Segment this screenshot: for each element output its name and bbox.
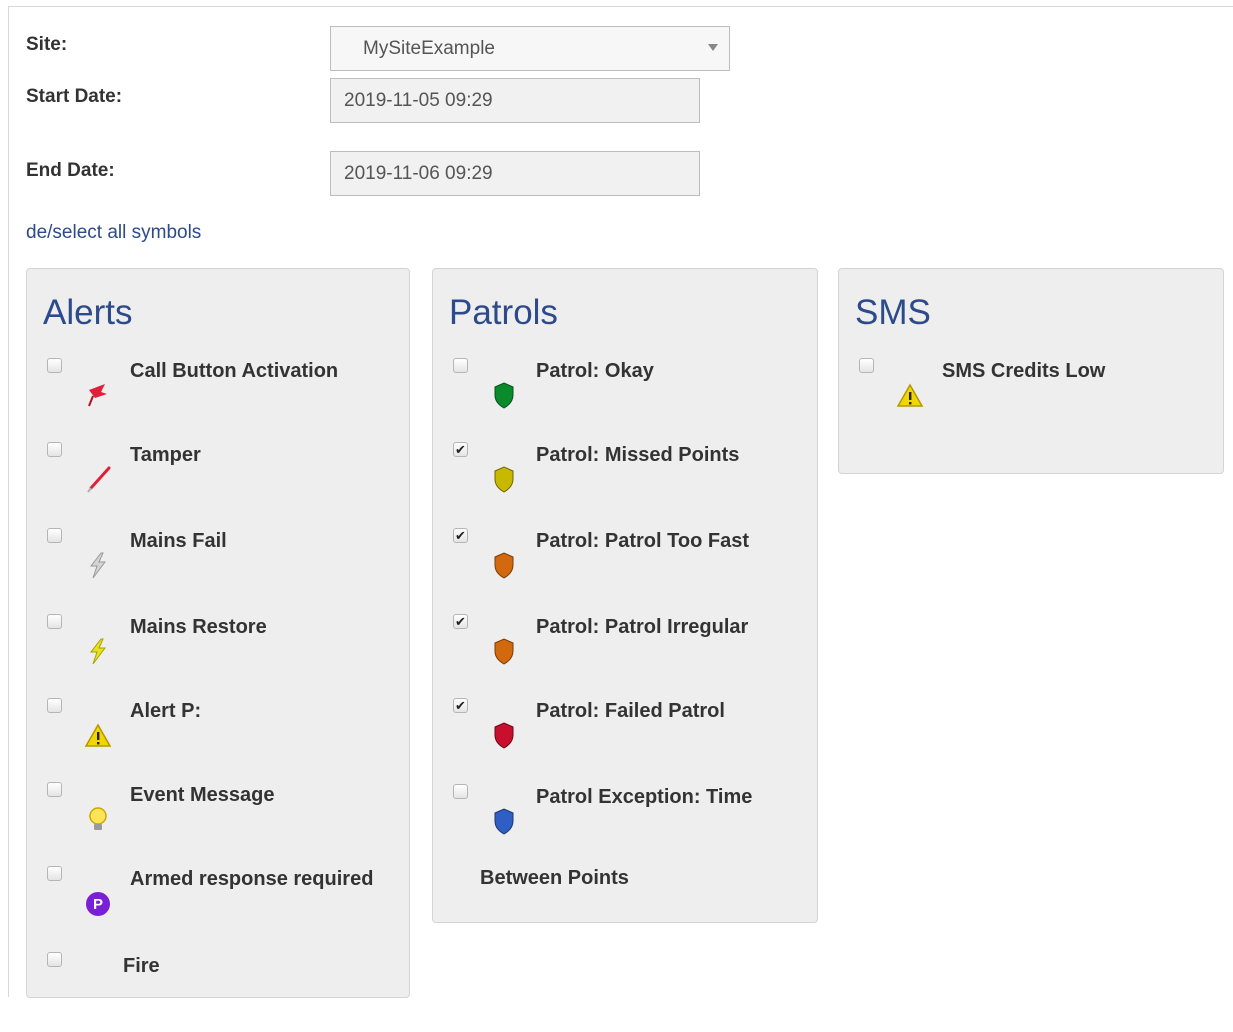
start-date-value: 2019-11-05 09:29 bbox=[344, 89, 493, 111]
sms-item-label: SMS Credits Low bbox=[942, 360, 1106, 382]
site-select[interactable]: MySiteExample bbox=[330, 26, 730, 71]
orange-shield-icon bbox=[489, 550, 519, 580]
checkbox[interactable] bbox=[47, 952, 62, 967]
chevron-down-icon bbox=[708, 44, 718, 51]
sms-title: SMS bbox=[855, 293, 931, 332]
patrol-item-okay: Patrol: Okay bbox=[433, 358, 817, 438]
checkbox[interactable] bbox=[47, 442, 62, 457]
patrol-item-label: Patrol: Patrol Too Fast bbox=[536, 530, 749, 552]
alerts-title: Alerts bbox=[43, 293, 133, 332]
alert-item-label: Fire bbox=[123, 955, 160, 977]
checkbox[interactable]: ✔ bbox=[453, 528, 468, 543]
checkbox[interactable] bbox=[47, 782, 62, 797]
warning-triangle-icon bbox=[895, 380, 925, 410]
patrol-item-label: Patrol: Missed Points bbox=[536, 444, 740, 466]
start-date-label: Start Date: bbox=[26, 86, 123, 107]
patrol-item-label: Patrol: Patrol Irregular bbox=[536, 616, 749, 638]
checkbox[interactable] bbox=[47, 528, 62, 543]
red-needle-icon bbox=[83, 464, 113, 494]
red-shield-icon bbox=[489, 720, 519, 750]
alert-item-label: Mains Restore bbox=[130, 616, 267, 638]
end-date-input[interactable]: 2019-11-06 09:29 bbox=[330, 151, 700, 196]
checkbox[interactable] bbox=[453, 784, 468, 799]
checkbox[interactable]: ✔ bbox=[453, 614, 468, 629]
purple-p-circle-icon: P bbox=[83, 888, 113, 918]
lightbulb-icon bbox=[83, 804, 113, 834]
svg-text:P: P bbox=[93, 896, 103, 913]
sms-item-credits-low: SMS Credits Low bbox=[839, 358, 1223, 438]
patrol-item-label-continuation: Between Points bbox=[480, 867, 629, 889]
checkbox[interactable]: ✔ bbox=[453, 442, 468, 457]
alert-item-label: Armed response required bbox=[130, 868, 374, 890]
alert-item-mains-fail: Mains Fail bbox=[27, 528, 409, 608]
checkbox[interactable] bbox=[453, 358, 468, 373]
alert-item-tamper: Tamper bbox=[27, 442, 409, 522]
alert-item-armed-response: Armed response required P bbox=[27, 866, 409, 946]
gray-lightning-icon bbox=[83, 550, 113, 580]
alert-item-label: Mains Fail bbox=[130, 530, 227, 552]
warning-triangle-icon bbox=[83, 720, 113, 750]
patrol-item-label: Patrol: Failed Patrol bbox=[536, 700, 725, 722]
alert-item-event-message: Event Message bbox=[27, 782, 409, 862]
patrol-item-irregular: ✔ Patrol: Patrol Irregular bbox=[433, 614, 817, 694]
deselect-all-link[interactable]: de/select all symbols bbox=[26, 222, 201, 244]
alerts-panel: Alerts Call Button Activation Tamper Mai… bbox=[26, 268, 410, 998]
alert-item-fire: Fire bbox=[27, 952, 409, 1032]
alert-item-label: Call Button Activation bbox=[130, 360, 339, 382]
checkbox[interactable]: ✔ bbox=[453, 698, 468, 713]
checkbox[interactable] bbox=[47, 614, 62, 629]
patrol-item-too-fast: ✔ Patrol: Patrol Too Fast bbox=[433, 528, 817, 608]
checkbox[interactable] bbox=[47, 866, 62, 881]
red-pushpin-icon bbox=[83, 380, 113, 410]
alert-item-call-button: Call Button Activation bbox=[27, 358, 409, 438]
green-shield-icon bbox=[489, 380, 519, 410]
alert-item-mains-restore: Mains Restore bbox=[27, 614, 409, 694]
patrols-panel: Patrols Patrol: Okay ✔ Patrol: Missed Po… bbox=[432, 268, 818, 923]
alert-item-alert-p: Alert P: bbox=[27, 698, 409, 778]
alert-item-label: Tamper bbox=[130, 444, 201, 466]
checkbox[interactable] bbox=[859, 358, 874, 373]
patrol-item-failed: ✔ Patrol: Failed Patrol bbox=[433, 698, 817, 778]
patrols-title: Patrols bbox=[449, 293, 558, 332]
yellow-lightning-icon bbox=[83, 636, 113, 666]
site-select-value: MySiteExample bbox=[363, 37, 495, 59]
sms-panel: SMS SMS Credits Low bbox=[838, 268, 1224, 474]
patrol-item-missed-points: ✔ Patrol: Missed Points bbox=[433, 442, 817, 522]
end-date-value: 2019-11-06 09:29 bbox=[344, 162, 493, 184]
checkbox[interactable] bbox=[47, 698, 62, 713]
alert-item-label: Event Message bbox=[130, 784, 275, 806]
blue-shield-icon bbox=[489, 806, 519, 836]
patrol-item-label: Patrol: Okay bbox=[536, 360, 654, 382]
orange-shield-icon bbox=[489, 636, 519, 666]
end-date-label: End Date: bbox=[26, 160, 115, 181]
start-date-input[interactable]: 2019-11-05 09:29 bbox=[330, 78, 700, 123]
patrol-item-label: Patrol Exception: Time bbox=[536, 786, 753, 808]
yellow-shield-icon bbox=[489, 464, 519, 494]
patrol-item-exception-time: Patrol Exception: Time bbox=[433, 784, 817, 864]
site-label: Site: bbox=[26, 34, 68, 55]
alert-item-label: Alert P: bbox=[130, 700, 202, 722]
checkbox[interactable] bbox=[47, 358, 62, 373]
